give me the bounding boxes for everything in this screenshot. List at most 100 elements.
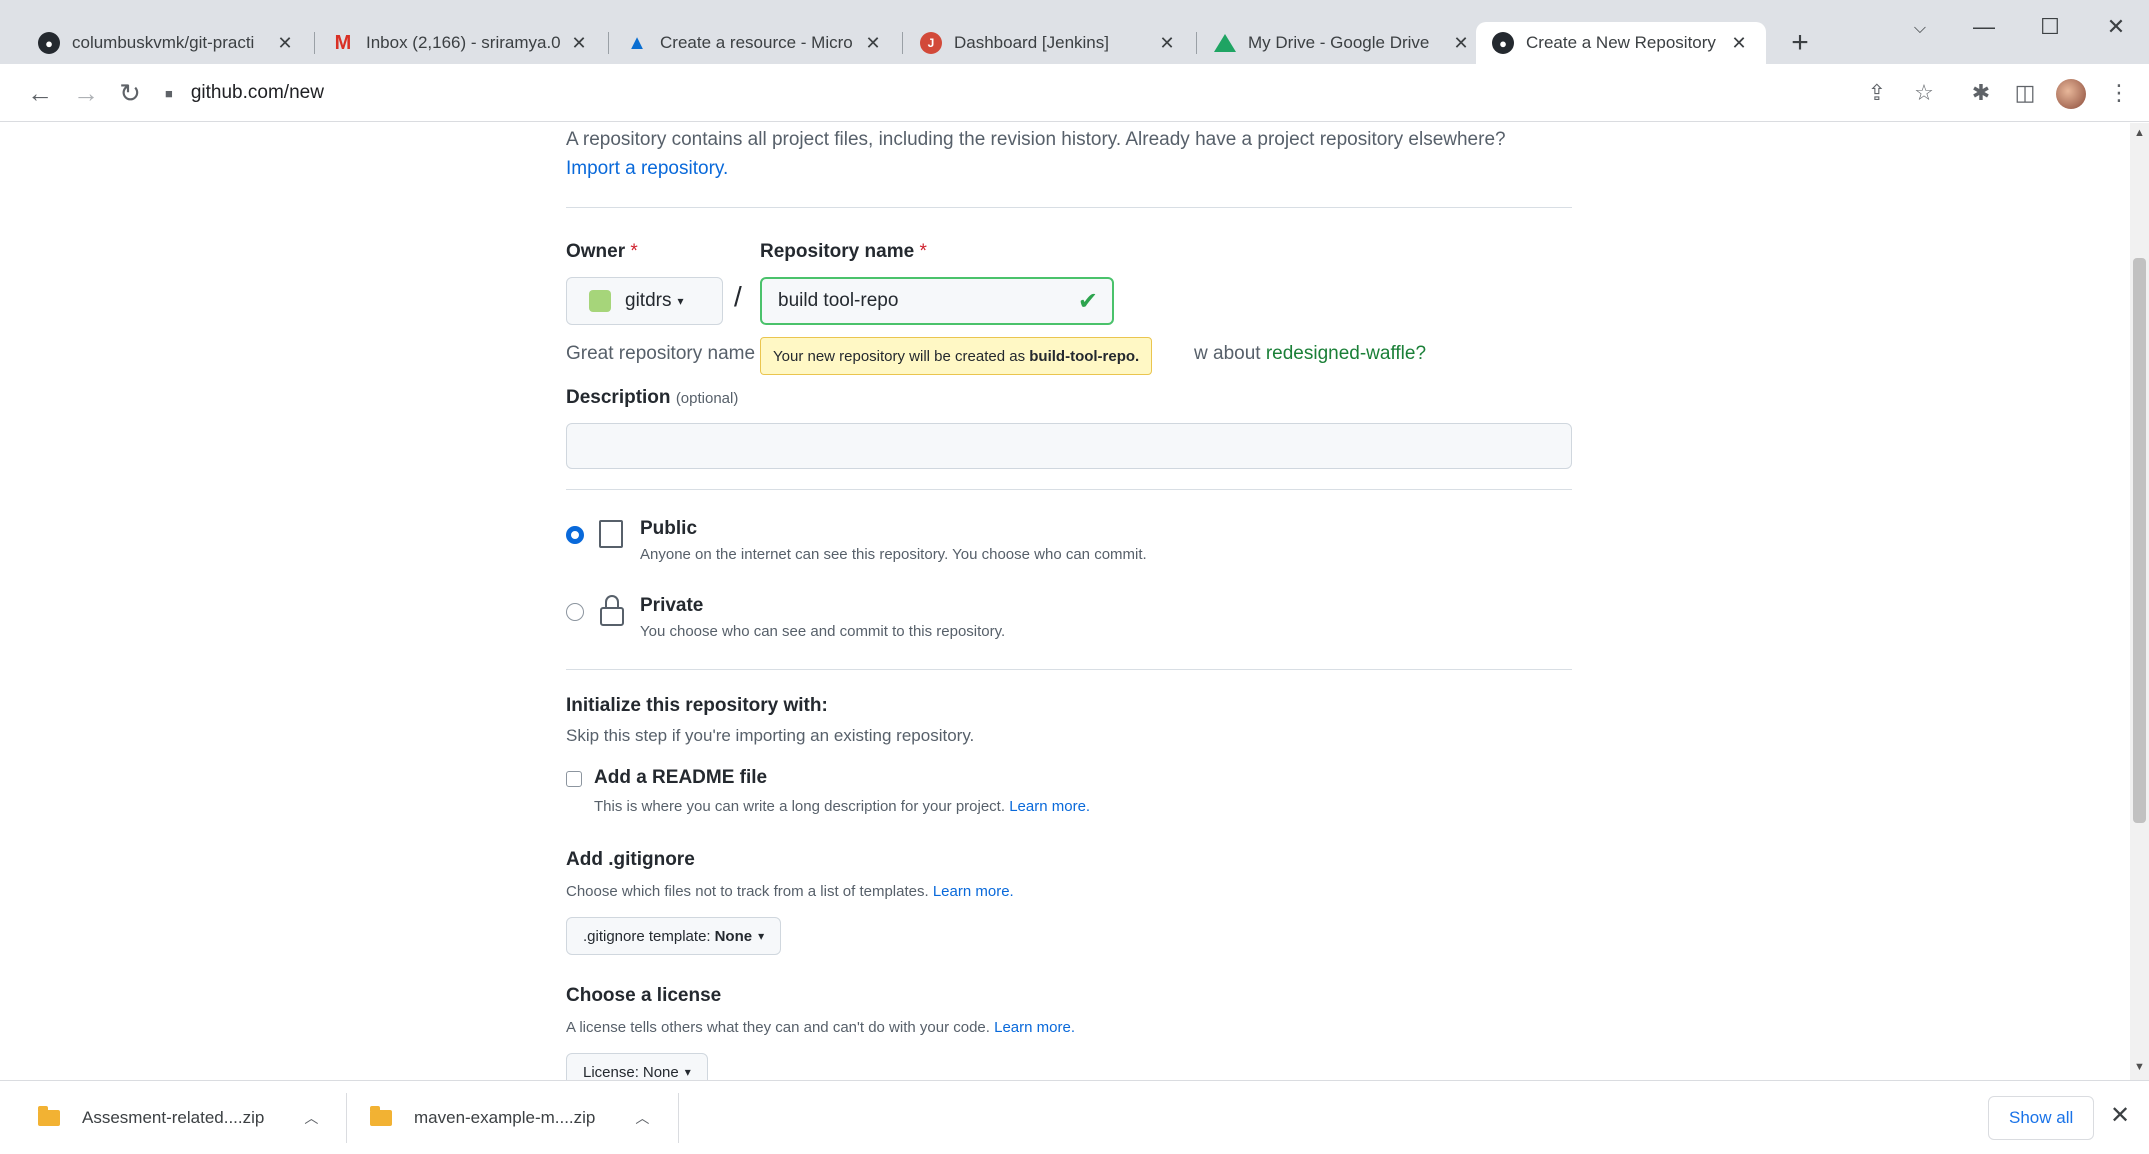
public-radio[interactable] bbox=[566, 526, 584, 544]
zip-folder-icon bbox=[370, 1106, 392, 1126]
scroll-down-icon[interactable]: ▼ bbox=[2130, 1061, 2149, 1073]
tab-azure[interactable]: ▲ Create a resource - Micro ✕ bbox=[610, 22, 900, 64]
share-icon[interactable]: ⇪ bbox=[1862, 80, 1892, 106]
tab-jenkins[interactable]: J Dashboard [Jenkins] ✕ bbox=[904, 22, 1194, 64]
tab-google-drive[interactable]: My Drive - Google Drive ✕ bbox=[1198, 22, 1488, 64]
hint-text: Great repository name bbox=[566, 343, 756, 364]
close-icon[interactable]: ✕ bbox=[1156, 33, 1178, 54]
tab-search-icon[interactable]: ⌵ bbox=[1900, 20, 1940, 38]
repository-name-tooltip: Your new repository will be created as b… bbox=[760, 337, 1153, 375]
tab-title: Create a New Repository bbox=[1526, 33, 1716, 52]
repository-name-input[interactable]: build tool-repo ✔ bbox=[760, 277, 1114, 325]
url-text: github.com/new bbox=[190, 82, 324, 103]
chevron-up-icon[interactable]: ︿ bbox=[635, 1108, 649, 1128]
back-icon[interactable]: ← bbox=[24, 78, 56, 109]
gitignore-learn-more-link[interactable]: Learn more. bbox=[933, 883, 1014, 900]
readme-checkbox[interactable] bbox=[566, 771, 582, 787]
license-select[interactable]: License: None ▾ bbox=[566, 1053, 708, 1080]
tab-strip: ● columbuskvmk/git-practi ✕ M Inbox (2,1… bbox=[0, 0, 2149, 64]
tab-gmail[interactable]: M Inbox (2,166) - sriramya.0 ✕ bbox=[316, 22, 606, 64]
owner-value: gitdrs bbox=[625, 290, 672, 311]
description-input[interactable] bbox=[566, 423, 1572, 469]
visibility-public-option[interactable]: Public Anyone on the internet can see th… bbox=[566, 518, 1572, 578]
close-icon[interactable]: ✕ bbox=[568, 33, 590, 54]
browser-toolbar: ← → ↻ ■ github.com/new ⇪ ☆ ✱ ◫ ⋮ bbox=[0, 64, 2149, 122]
close-icon[interactable]: ✕ bbox=[274, 33, 296, 54]
visibility-private-option[interactable]: Private You choose who can see and commi… bbox=[566, 595, 1572, 655]
scroll-up-icon[interactable]: ▲ bbox=[2130, 127, 2149, 139]
github-icon: ● bbox=[38, 32, 60, 54]
readme-label[interactable]: Add a README file bbox=[594, 767, 767, 789]
chevron-up-icon[interactable]: ︿ bbox=[304, 1108, 318, 1128]
extensions-icon[interactable]: ✱ bbox=[1966, 80, 1996, 106]
bookmark-star-icon[interactable]: ☆ bbox=[1909, 80, 1939, 106]
tab-separator bbox=[902, 32, 903, 54]
close-icon[interactable]: ✕ bbox=[1728, 33, 1750, 54]
license-selected-value: None bbox=[642, 1063, 679, 1081]
close-icon[interactable]: ✕ bbox=[1450, 33, 1472, 54]
download-separator bbox=[678, 1093, 679, 1143]
license-description: A license tells others what they can and… bbox=[566, 1019, 1075, 1036]
hint-tail: w about redesigned-waffle? bbox=[1194, 343, 1427, 364]
gitignore-title: Add .gitignore bbox=[566, 849, 695, 870]
download-filename: Assesment-related....zip bbox=[82, 1108, 265, 1127]
readme-learn-more-link[interactable]: Learn more. bbox=[1009, 798, 1090, 815]
tab-title: Inbox (2,166) - sriramya.0 bbox=[366, 33, 560, 52]
repository-name-label: Repository name * bbox=[760, 241, 927, 262]
tab-title: Dashboard [Jenkins] bbox=[954, 33, 1109, 52]
owner-avatar bbox=[589, 290, 611, 312]
menu-kebab-icon[interactable]: ⋮ bbox=[2104, 80, 2134, 106]
caret-down-icon: ▾ bbox=[758, 929, 765, 943]
description-label: Description (optional) bbox=[566, 387, 739, 408]
tab-title: columbuskvmk/git-practi bbox=[72, 33, 255, 52]
private-description: You choose who can see and commit to thi… bbox=[640, 623, 1006, 640]
repository-name-hint: Great repository name Your new repositor… bbox=[566, 337, 1572, 375]
owner-dropdown[interactable]: gitdrs ▾ bbox=[566, 277, 723, 325]
gmail-icon: M bbox=[334, 31, 352, 54]
lock-icon bbox=[600, 607, 624, 626]
tab-git-practice[interactable]: ● columbuskvmk/git-practi ✕ bbox=[22, 22, 312, 64]
readme-description: This is where you can write a long descr… bbox=[594, 798, 1091, 815]
suggested-name-link[interactable]: redesigned-waffle? bbox=[1266, 343, 1426, 364]
public-title: Public bbox=[640, 518, 698, 539]
scrollbar-thumb[interactable] bbox=[2133, 258, 2146, 823]
owner-repo-separator: / bbox=[734, 281, 742, 312]
private-radio[interactable] bbox=[566, 603, 584, 621]
new-tab-button[interactable]: + bbox=[1782, 26, 1818, 60]
tab-create-repository[interactable]: ● Create a New Repository ✕ bbox=[1476, 22, 1766, 64]
minimize-icon[interactable]: — bbox=[1964, 14, 2004, 40]
reload-icon[interactable]: ↻ bbox=[114, 78, 146, 109]
tooltip-text: Your new repository will be created as bbox=[773, 347, 1026, 365]
tab-separator bbox=[1196, 32, 1197, 54]
maximize-icon[interactable]: ☐ bbox=[2030, 14, 2070, 40]
gitignore-template-select[interactable]: .gitignore template: None ▾ bbox=[566, 917, 782, 955]
gitignore-selected-value: None bbox=[714, 927, 753, 945]
optional-label: (optional) bbox=[675, 390, 739, 407]
github-icon: ● bbox=[1492, 32, 1514, 54]
address-bar[interactable]: ■ github.com/new bbox=[165, 73, 1855, 113]
profile-avatar[interactable] bbox=[2056, 79, 2086, 109]
private-title: Private bbox=[640, 595, 704, 616]
tab-title: Create a resource - Micro bbox=[660, 33, 853, 52]
close-download-bar-icon[interactable]: ✕ bbox=[2110, 1101, 2130, 1130]
download-item[interactable]: maven-example-m....zip ︿ bbox=[370, 1081, 649, 1154]
jenkins-icon: J bbox=[920, 32, 942, 54]
page-scrollbar[interactable]: ▲ ▼ bbox=[2130, 123, 2149, 1080]
intro-paragraph: A repository contains all project files,… bbox=[566, 125, 1572, 183]
divider bbox=[566, 207, 1572, 208]
show-all-downloads-button[interactable]: Show all bbox=[1988, 1096, 2095, 1140]
download-bar: Assesment-related....zip ︿ maven-example… bbox=[0, 1080, 2149, 1154]
window-close-icon[interactable]: ✕ bbox=[2096, 14, 2136, 40]
import-repository-link[interactable]: Import a repository. bbox=[566, 158, 728, 179]
repository-name-value: build tool-repo bbox=[778, 290, 899, 311]
license-learn-more-link[interactable]: Learn more. bbox=[994, 1019, 1075, 1036]
tooltip-repo-name: build-tool-repo. bbox=[1029, 347, 1140, 365]
zip-folder-icon bbox=[38, 1106, 60, 1126]
initialize-title: Initialize this repository with: bbox=[566, 695, 828, 716]
side-panel-icon[interactable]: ◫ bbox=[2010, 80, 2040, 106]
close-icon[interactable]: ✕ bbox=[862, 33, 884, 54]
download-separator bbox=[346, 1093, 347, 1143]
forward-icon[interactable]: → bbox=[70, 78, 102, 109]
download-item[interactable]: Assesment-related....zip ︿ bbox=[38, 1081, 318, 1154]
gitignore-description: Choose which files not to track from a l… bbox=[566, 883, 1014, 900]
